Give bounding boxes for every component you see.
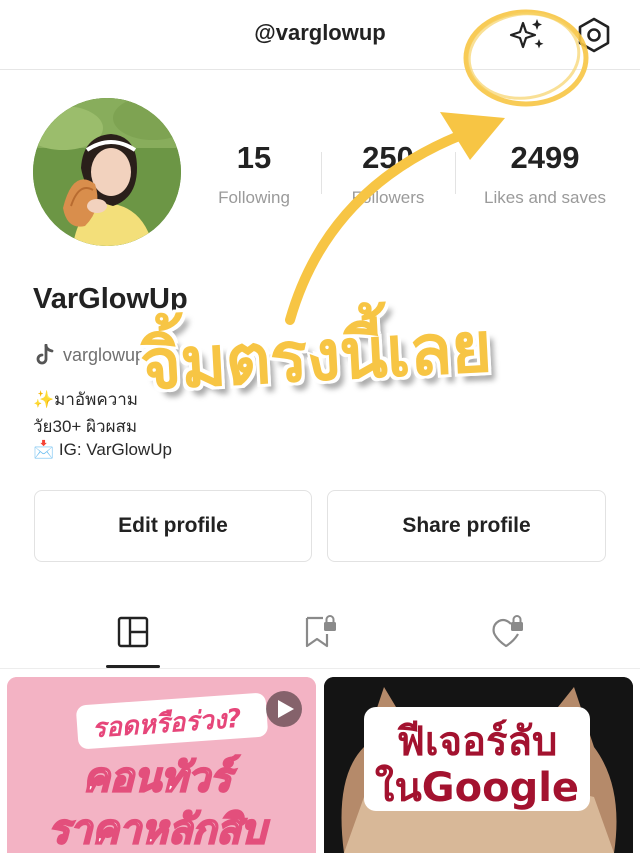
header-bar: @varglowup: [0, 0, 640, 70]
edit-profile-button[interactable]: Edit profile: [34, 490, 312, 562]
post-thumbnail: ฟีเจอร์ลับ ในGoogle: [324, 677, 633, 853]
followers-count: 250: [362, 140, 414, 175]
tab-saved[interactable]: [300, 612, 340, 652]
likes-count: 2499: [510, 140, 580, 175]
bio-line: วัย30+ ผิวผสม: [33, 417, 138, 436]
grid-icon: [117, 616, 149, 648]
bio-line: ✨มาอัพความ: [33, 390, 139, 409]
sparkle-button[interactable]: [505, 15, 549, 55]
stat-likes-saves[interactable]: 2499 Likes and saves: [474, 138, 616, 208]
likes-label: Likes and saves: [484, 188, 606, 207]
settings-button[interactable]: [572, 13, 616, 57]
post-title-line: ฟีเจอร์ลับ: [397, 719, 558, 765]
tab-liked[interactable]: [487, 612, 527, 652]
following-label: Following: [218, 188, 290, 207]
tiktok-handle-row[interactable]: varglowup: [35, 342, 145, 368]
heart-lock-icon: [492, 615, 523, 648]
post-tile[interactable]: ฟีเจอร์ลับ ในGoogle: [324, 677, 633, 853]
following-count: 15: [236, 140, 272, 175]
avatar-photo: [33, 98, 181, 246]
tab-posts[interactable]: [113, 612, 153, 652]
share-profile-button[interactable]: Share profile: [327, 490, 606, 562]
stat-followers[interactable]: 250 Followers: [340, 138, 436, 208]
video-play-icon: [266, 691, 302, 727]
stat-following[interactable]: 15 Following: [206, 138, 302, 208]
post-title-line: ราคาหลักสิบ: [48, 807, 270, 853]
post-tile[interactable]: รอดหรือร่วง? คอนทัวร์ ราคาหลักสิบ: [7, 677, 316, 853]
post-title-line: คอนทัวร์: [83, 755, 240, 801]
stat-divider: [321, 152, 322, 194]
annotation-text: จิ้มตรงนี้เลย: [138, 305, 494, 407]
stat-divider: [455, 152, 456, 194]
tiktok-icon: [36, 344, 54, 365]
bio-line: 📩 IG: VarGlowUp: [33, 440, 172, 459]
followers-label: Followers: [351, 188, 425, 207]
sparkle-icon: [509, 19, 544, 49]
settings-hex-icon: [578, 17, 610, 53]
post-thumbnail: รอดหรือร่วง? คอนทัวร์ ราคาหลักสิบ: [7, 677, 316, 853]
post-title-line: ในGoogle: [375, 764, 579, 811]
tabs-divider: [0, 668, 640, 669]
avatar[interactable]: [33, 98, 181, 246]
tiktok-handle: varglowup: [63, 344, 146, 365]
bookmark-lock-icon: [305, 615, 336, 648]
